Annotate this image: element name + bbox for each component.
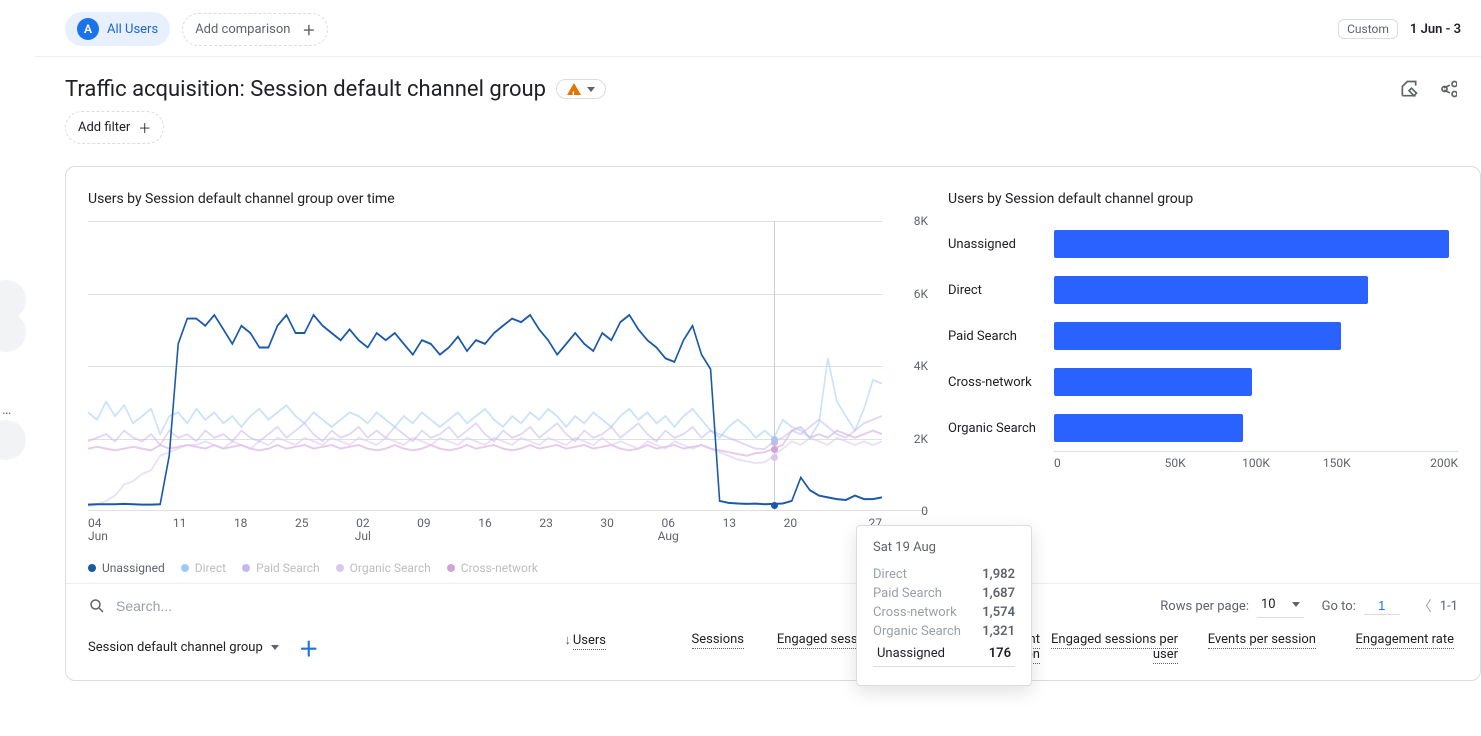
bar-row[interactable]: Paid Search [948, 313, 1458, 359]
chevron-down-icon [587, 87, 595, 92]
chart-tooltip: Sat 19 Aug Direct1,982Paid Search1,687Cr… [856, 525, 1032, 686]
dimension-label: Session default channel group [88, 640, 263, 655]
search-input[interactable] [114, 597, 374, 616]
goto: Go to: [1322, 597, 1400, 615]
line-chart-plot[interactable]: 02K4K6K8K [88, 221, 928, 511]
rail-avatar-2 [0, 312, 26, 352]
legend-item[interactable]: Organic Search [336, 561, 431, 575]
prev-page-button[interactable]: 〈 [1418, 596, 1432, 616]
chevron-down-icon [271, 645, 279, 650]
col-sessions[interactable]: Sessions [614, 632, 744, 662]
col-events-per-session[interactable]: Events per session [1186, 632, 1316, 662]
all-users-chip[interactable]: A All Users [65, 12, 170, 46]
bar-row[interactable]: Cross-network [948, 359, 1458, 405]
more-icon[interactable]: … [2, 402, 14, 418]
rows-per-page-value: 10 [1261, 597, 1276, 612]
bar-chart-plot[interactable]: UnassignedDirectPaid SearchCross-network… [948, 221, 1458, 501]
tooltip-date: Sat 19 Aug [873, 540, 1015, 555]
col-users[interactable]: ↓Users [476, 632, 606, 662]
search-icon [88, 597, 106, 615]
table-head: Session default channel group ＋ ↓Users S… [66, 624, 1480, 680]
left-rail: … [0, 0, 24, 736]
bar-chart-title: Users by Session default channel group [948, 191, 1458, 207]
chevron-down-icon [1292, 602, 1300, 607]
share-icon[interactable] [1433, 75, 1461, 103]
add-comparison-label: Add comparison [195, 22, 290, 37]
date-range-label[interactable]: 1 Jun - 3 [1410, 22, 1461, 37]
dimension-header: Session default channel group ＋ [88, 632, 468, 662]
rows-per-page-label: Rows per page: [1160, 599, 1249, 614]
bar-chart[interactable]: Users by Session default channel group U… [948, 187, 1458, 575]
pagination: 〈 1-1 [1418, 596, 1458, 616]
page-title: Traffic acquisition: Session default cha… [65, 77, 546, 102]
line-legend: Unassigned Direct Paid Search Organic Searc… [88, 561, 928, 575]
table-search[interactable] [88, 597, 374, 616]
goto-input[interactable] [1364, 597, 1400, 615]
dimension-select[interactable]: Session default channel group [88, 640, 279, 655]
legend-item[interactable]: Cross-network [447, 561, 538, 575]
col-engaged-per-user[interactable]: Engaged sessions per user [1048, 632, 1178, 662]
top-bar: A All Users Add comparison ＋ Custom 1 Ju… [35, 0, 1481, 57]
plus-icon: ＋ [302, 20, 315, 39]
customize-report-icon[interactable] [1395, 75, 1423, 103]
legend-item[interactable]: Direct [181, 561, 226, 575]
report-card: Users by Session default channel group o… [65, 166, 1481, 681]
title-row: Traffic acquisition: Session default cha… [35, 57, 1481, 111]
audience-avatar-icon: A [77, 18, 99, 40]
line-x-ticks: 04 Jun11182502 Jul0916233006 Aug132027 [88, 517, 882, 543]
table-toolbar: Rows per page: 10 Go to: 〈 1-1 [66, 583, 1480, 624]
date-range-custom-pill: Custom [1338, 19, 1398, 39]
page: A All Users Add comparison ＋ Custom 1 Ju… [35, 0, 1481, 736]
rows-per-page-select[interactable]: 10 [1257, 594, 1304, 618]
col-engagement-rate[interactable]: Engagement rate [1324, 632, 1454, 662]
all-users-label: All Users [107, 22, 158, 37]
bar-row[interactable]: Direct [948, 267, 1458, 313]
add-filter-button[interactable]: Add filter ＋ [65, 111, 164, 144]
warning-triangle-icon [567, 83, 581, 95]
line-chart[interactable]: Users by Session default channel group o… [88, 187, 928, 575]
col-event-count[interactable]: Event count All events [1462, 632, 1481, 662]
rail-avatar-3 [0, 420, 26, 460]
page-range: 1-1 [1440, 599, 1458, 614]
goto-label: Go to: [1322, 599, 1356, 614]
rows-per-page: Rows per page: 10 [1160, 594, 1303, 618]
data-quality-warning-chip[interactable] [556, 79, 606, 99]
plus-icon: ＋ [138, 118, 151, 137]
add-filter-label: Add filter [78, 120, 130, 135]
sort-down-icon: ↓ [564, 633, 571, 648]
line-chart-title: Users by Session default channel group o… [88, 191, 928, 207]
legend-item[interactable]: Unassigned [88, 561, 165, 575]
legend-item[interactable]: Paid Search [242, 561, 320, 575]
bar-row[interactable]: Organic Search [948, 405, 1458, 451]
add-dimension-button[interactable]: ＋ [299, 633, 319, 662]
add-comparison-button[interactable]: Add comparison ＋ [182, 13, 328, 46]
bar-row[interactable]: Unassigned [948, 221, 1458, 267]
